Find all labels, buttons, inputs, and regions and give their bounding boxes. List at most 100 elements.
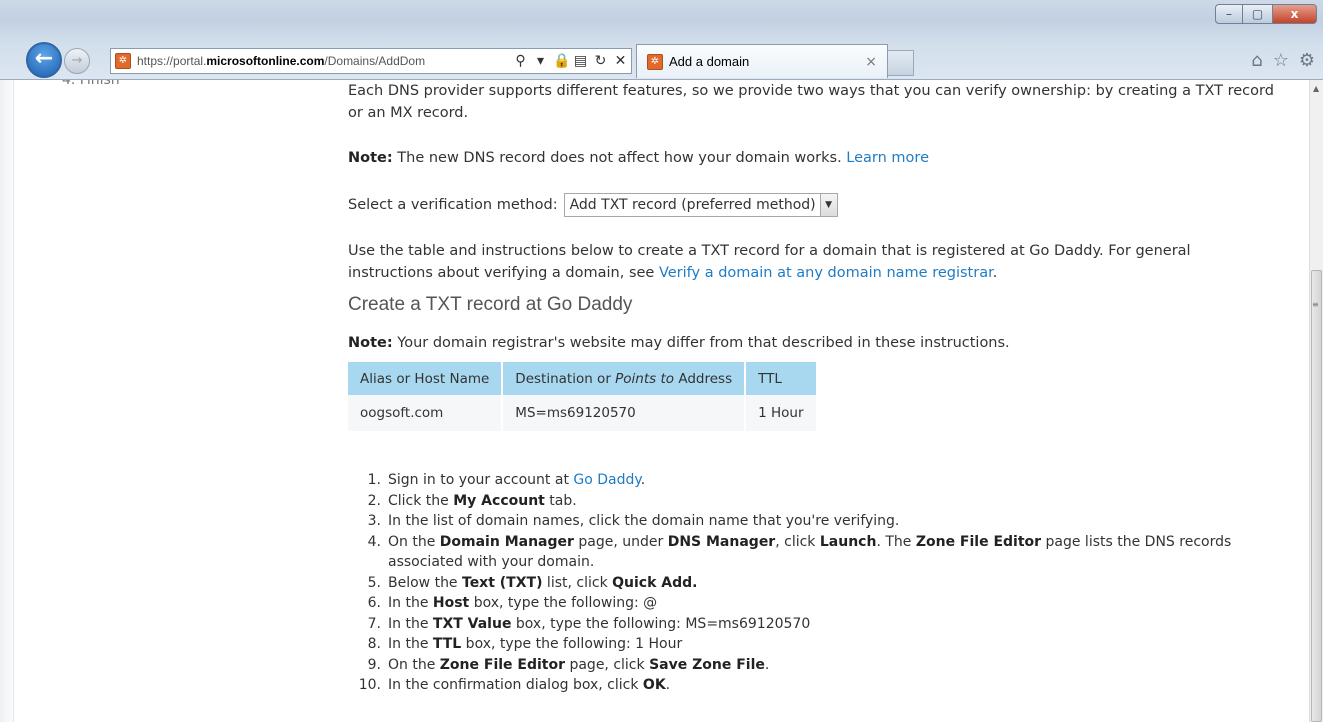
scroll-thumb[interactable] [1311,270,1322,722]
verify-any-registrar-link[interactable]: Verify a domain at any domain name regis… [659,265,993,281]
scroll-grip-icon: ≡ [1312,300,1319,309]
url-text[interactable]: https://portal.microsoftonline.com/Domai… [137,54,509,68]
header-alias: Alias or Host Name [348,362,504,395]
step-text: In the confirmation dialog box, click [388,677,643,693]
step-text: Sign in to your account at [388,472,574,488]
list-item: 10. In the confirmation dialog box, click… [348,675,1278,696]
go-daddy-link[interactable]: Go Daddy [573,472,640,488]
chevron-down-icon[interactable]: ▼ [819,194,837,216]
list-item: 5. Below the Text (TXT) list, click Quick… [348,573,1278,594]
verification-method-select[interactable]: Add TXT record (preferred method) ▼ [563,193,838,217]
step-text: On the [388,533,440,550]
url-host: microsoftonline.com [206,54,325,68]
page-area: 4. Finish Each DNS provider supports dif… [0,80,1309,722]
minimize-button[interactable]: – [1215,4,1243,24]
step-text: . [764,656,770,673]
registrar-note: Note: Your domain registrar's website ma… [348,332,1010,354]
step-emphasis: Text (TXT) [462,574,543,591]
step-text: . [665,677,671,693]
step-text: box, type the following: MS=ms69120570 [511,615,811,632]
settings-icon[interactable]: ⚙ [1299,50,1315,71]
step-text: page, click [565,656,650,673]
new-tab-button[interactable] [888,50,914,76]
step-emphasis: OK [642,677,666,693]
step-text: In the [388,615,433,632]
list-item: 8. In the TTL box, type the following: 1 … [348,634,1278,655]
compat-view-icon[interactable]: ▤ [573,53,588,69]
step-text: In the [388,636,433,652]
step-number: 6. [367,595,381,611]
step-number: 3. [367,513,381,529]
left-nav-item-finish[interactable]: 4. Finish [62,80,120,88]
dropdown-icon[interactable]: ▾ [533,53,548,69]
tab-title: Add a domain [669,54,750,69]
list-item: 4. On the Domain Manager page, under DNS … [348,532,1278,573]
close-window-button[interactable]: x [1273,4,1317,24]
refresh-icon[interactable]: ↻ [593,53,608,69]
table-row: oogsoft.com MS=ms69120570 1 Hour [348,395,818,431]
step-text: box, type the following: @ [469,595,658,611]
step-emphasis: Zone File Editor [915,533,1042,550]
table-header-row: Alias or Host Name Destination or Points… [348,362,818,395]
tab-add-a-domain[interactable]: ✲ Add a domain × [636,44,888,78]
toolbar-right: ⌂ ☆ ⚙ [1251,50,1315,71]
lock-icon[interactable]: 🔒 [553,53,570,69]
step-number: 7. [367,615,381,632]
header-destination: Destination or Points to Address [502,362,747,395]
step-text: tab. [544,492,577,509]
txt-record-table: Alias or Host Name Destination or Points… [348,362,818,431]
step-number: 10. [358,677,381,693]
dns-note: Note: The new DNS record does not affect… [348,147,929,169]
step-text: . [640,472,646,488]
instructions-end: . [992,265,998,281]
note2-text: Your domain registrar's website may diff… [392,335,1010,351]
scroll-up-icon[interactable]: ▲ [1313,84,1319,93]
site-favicon-icon: ✲ [115,53,131,69]
stop-icon[interactable]: ✕ [613,53,628,69]
step-number: 8. [367,636,381,652]
step-emphasis: Launch [819,533,877,550]
step-number: 9. [367,656,381,673]
step-text: Below the [388,574,462,591]
header-points-to: Points to [615,370,675,387]
url-prefix: https://portal. [137,54,207,68]
tab-close-icon[interactable]: × [865,54,877,70]
note2-label: Note: [348,335,393,351]
step-text: In the list of domain names, click the d… [388,513,900,529]
step-emphasis: Domain Manager [439,533,574,550]
vertical-scrollbar[interactable]: ▲ ≡ [1309,80,1323,722]
list-item: 3. In the list of domain names, click the… [348,511,1278,532]
list-item: 2. Click the My Account tab. [348,491,1278,512]
home-icon[interactable]: ⌂ [1251,50,1262,71]
step-text: Click the [388,492,454,509]
favorites-icon[interactable]: ☆ [1273,50,1289,71]
step-number: 5. [367,574,381,591]
header-destination-text: Destination or [515,370,616,387]
step-text: , click [775,533,820,550]
list-item: 6. In the Host box, type the following: @ [348,593,1278,614]
step-text: . The [876,533,916,550]
back-button[interactable]: ← [26,42,62,78]
note-text: The new DNS record does not affect how y… [392,150,847,166]
learn-more-link[interactable]: Learn more [846,150,929,166]
address-bar[interactable]: ✲ https://portal.microsoftonline.com/Dom… [110,48,632,74]
intro-text: Each DNS provider supports different fea… [348,83,1274,121]
forward-button[interactable]: → [64,48,90,74]
step-number: 4. [367,533,381,550]
verification-method-value: Add TXT record (preferred method) [569,197,816,213]
step-text: list, click [542,574,613,591]
step-number: 1. [367,472,381,488]
forward-icon: → [71,53,83,68]
search-icon[interactable]: ⚲ [513,53,528,69]
note-label: Note: [348,150,393,166]
address-tools: ⚲ ▾ 🔒 ▤ ↻ ✕ [513,53,628,69]
maximize-button[interactable]: ▢ [1243,4,1273,24]
url-path: /Domains/AddDom [324,54,426,68]
step-emphasis: Save Zone File [649,656,765,673]
step-text: box, type the following: 1 Hour [461,636,683,652]
header-address-text: Address [674,370,733,387]
step-emphasis: My Account [453,492,545,509]
browser-chrome: – ▢ x ← → ✲ https://portal.microsoftonli… [0,0,1323,80]
left-gutter [0,80,14,722]
step-emphasis: Zone File Editor [439,656,566,673]
